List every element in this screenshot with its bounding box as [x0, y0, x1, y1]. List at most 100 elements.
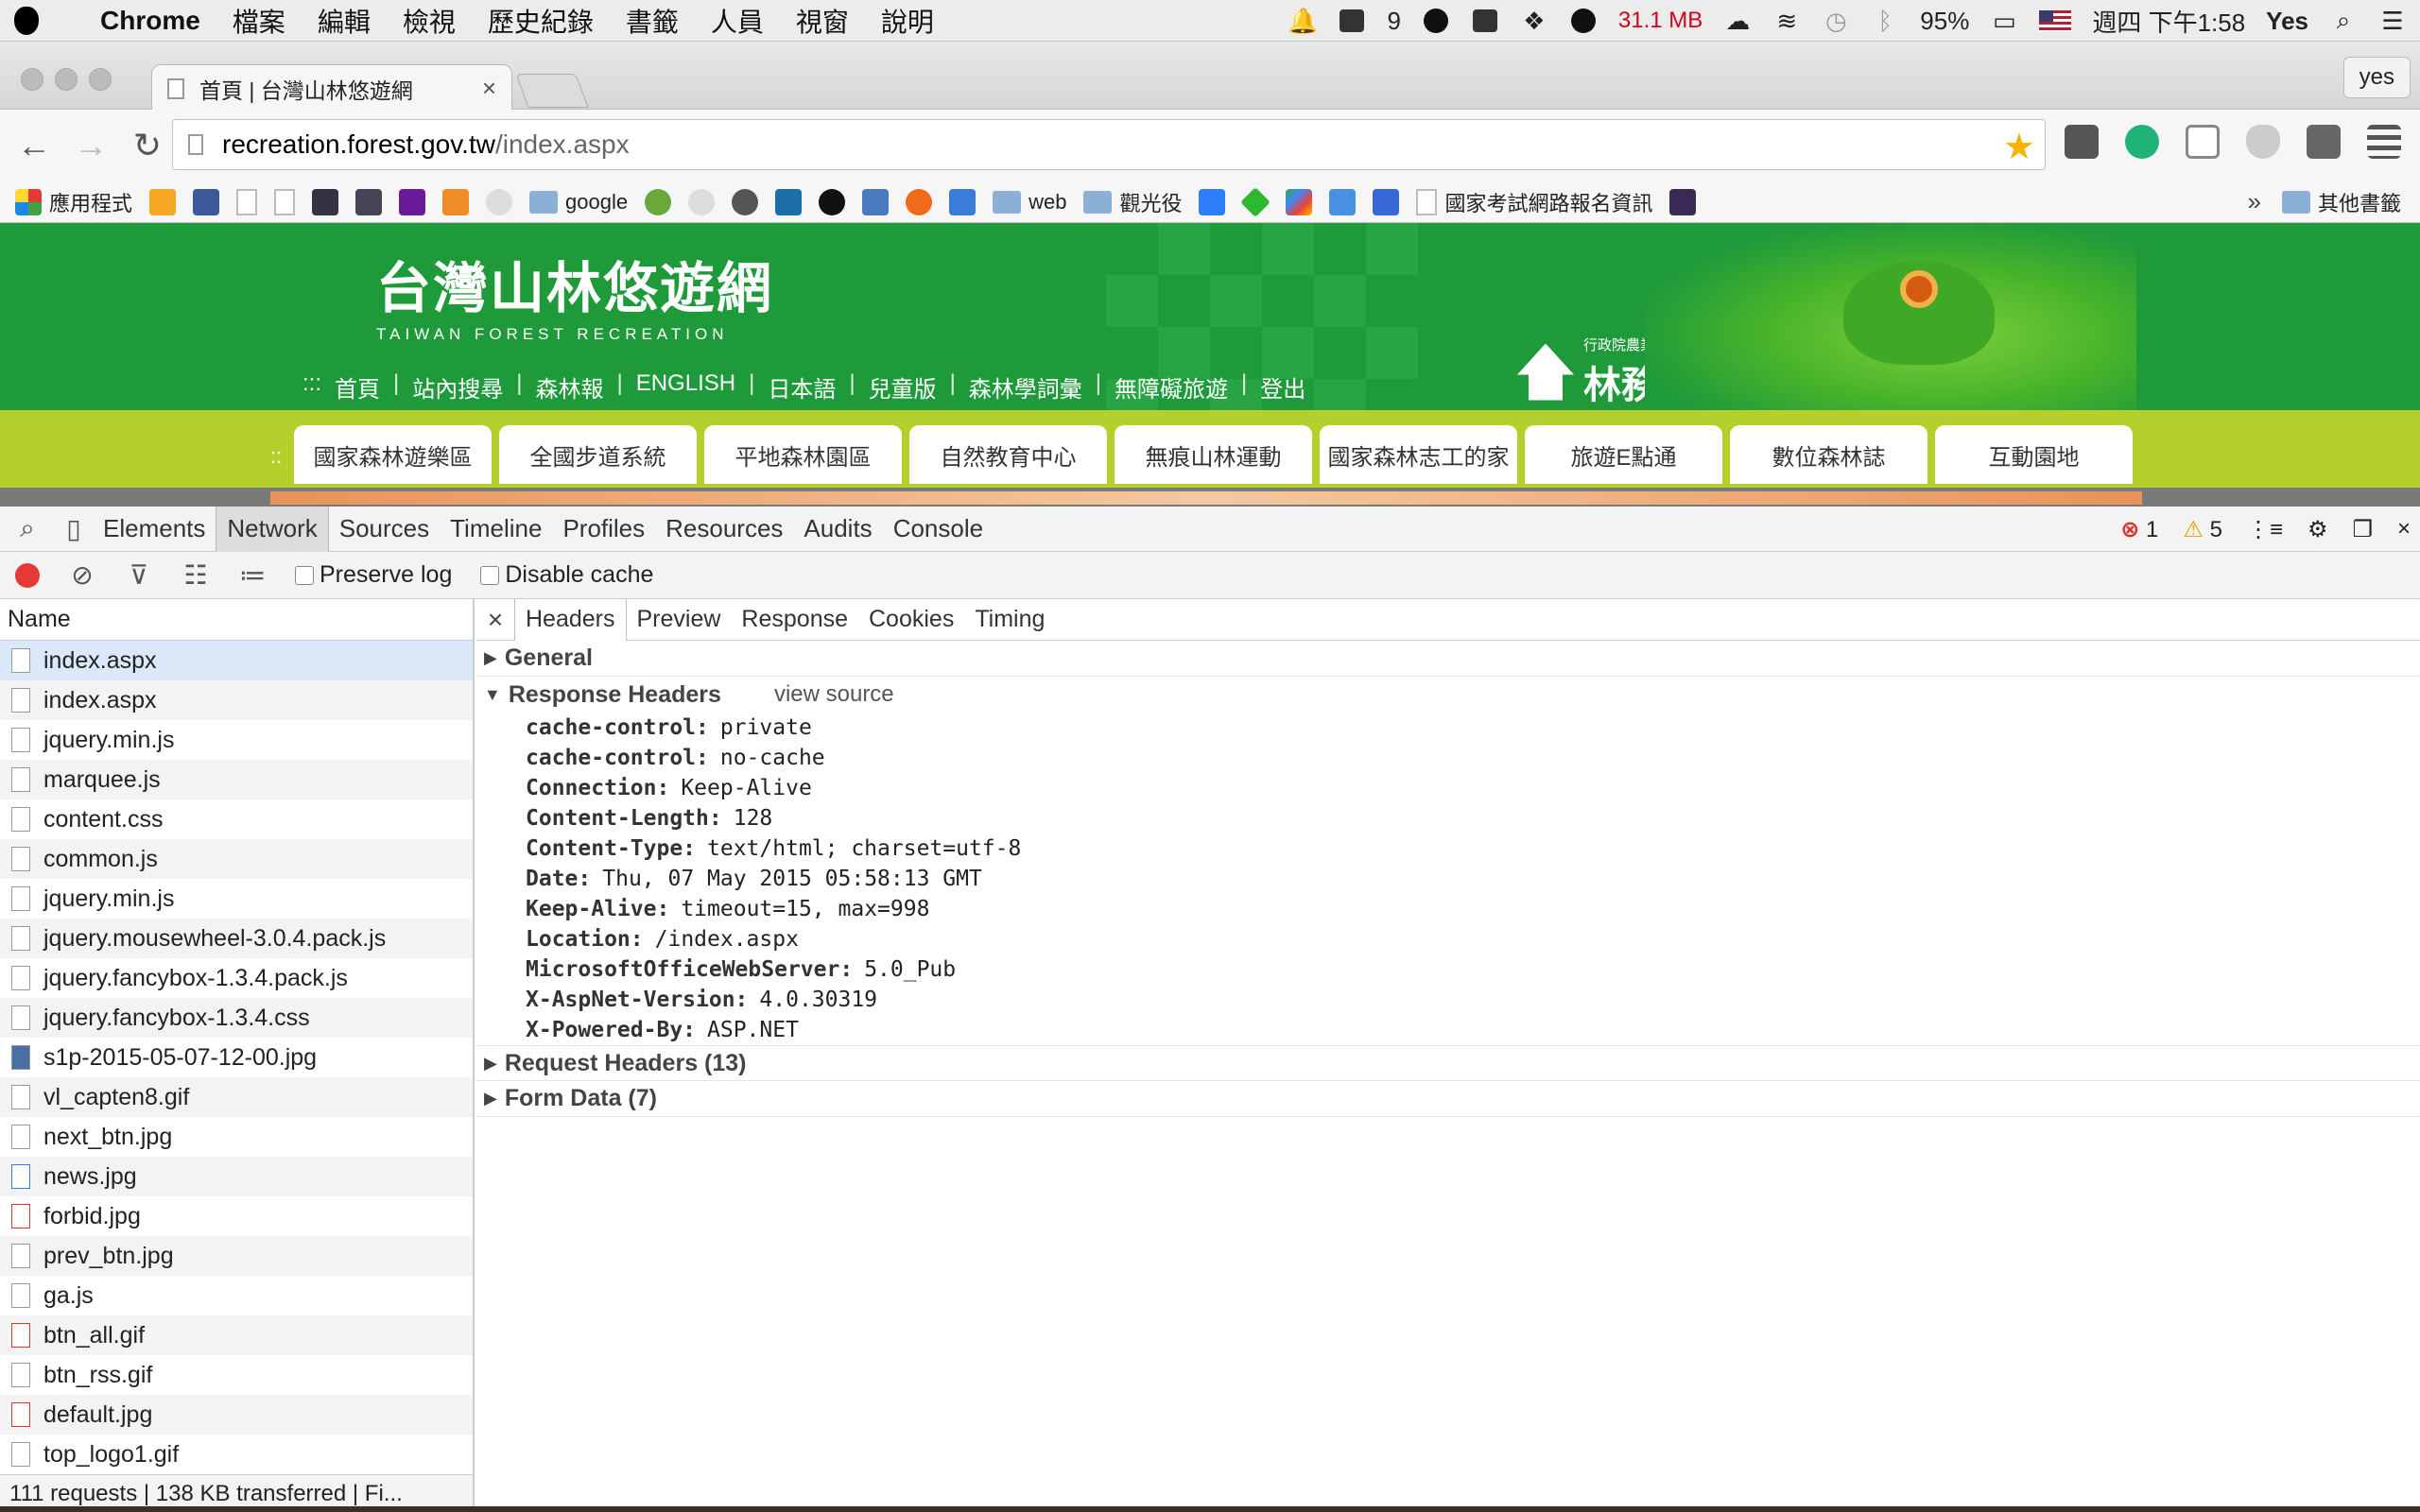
nav-glossary[interactable]: 森林學詞彙 [969, 370, 1082, 404]
eight-bookmark-icon[interactable] [1373, 188, 1400, 215]
page-bookmark-icon[interactable] [236, 188, 258, 215]
menu-view[interactable]: 檢視 [387, 2, 472, 40]
menu-tab-leave-no-trace[interactable]: 無痕山林運動 [1115, 425, 1312, 484]
disable-cache-checkbox[interactable]: Disable cache [480, 561, 653, 589]
image-bookmark-icon[interactable] [312, 188, 339, 215]
clear-icon[interactable]: ⊘ [68, 560, 96, 590]
tab-preview[interactable]: Preview [627, 599, 732, 641]
tab-sources[interactable]: Sources [329, 507, 440, 552]
dark-bookmark-icon[interactable] [1669, 188, 1697, 215]
warning-counter[interactable]: ⚠ 5 [2183, 516, 2222, 543]
us-flag-icon[interactable] [2039, 10, 2072, 31]
feedly-bookmark-icon[interactable] [1240, 186, 1271, 217]
nav-english[interactable]: ENGLISH [636, 370, 735, 404]
menu-window[interactable]: 視窗 [780, 2, 865, 40]
overview-icon[interactable]: ≔ [238, 560, 267, 590]
request-row[interactable]: forbid.jpg [0, 1196, 473, 1236]
yt-mp3-bookmark-icon[interactable] [862, 188, 890, 215]
request-row[interactable]: top_logo1.gif [0, 1435, 473, 1474]
minimize-window-button[interactable] [55, 68, 78, 91]
menu-help[interactable]: 說明 [865, 2, 950, 40]
view-source-link[interactable]: view source [774, 681, 894, 708]
request-row[interactable]: content.css [0, 799, 473, 839]
battery-icon[interactable]: ▭ [1990, 7, 2018, 35]
az-bookmark-icon[interactable] [949, 188, 977, 215]
new-tab-button[interactable] [515, 74, 589, 108]
request-row[interactable]: common.js [0, 839, 473, 879]
menu-tab-volunteers[interactable]: 國家森林志工的家 [1320, 425, 1517, 484]
bluetooth-icon[interactable]: ᛒ [1871, 7, 1899, 35]
close-devtools-icon[interactable]: × [2397, 516, 2411, 542]
preserve-log-checkbox[interactable]: Preserve log [295, 561, 452, 589]
request-row[interactable]: jquery.fancybox-1.3.4.pack.js [0, 958, 473, 998]
nav-newspaper[interactable]: 森林報 [535, 370, 603, 404]
cloud-icon[interactable]: ☁ [1723, 7, 1752, 35]
reddit-bookmark-icon[interactable] [688, 188, 716, 215]
bell-icon[interactable]: 🔔 [1288, 7, 1318, 35]
section-general[interactable]: ▶ General [476, 641, 2420, 677]
bookmark-exam[interactable]: 國家考試網路報名資訊 [1416, 187, 1652, 217]
inspect-search-icon[interactable]: ⌕ [0, 507, 55, 552]
time-machine-icon[interactable]: ◷ [1822, 7, 1850, 35]
menu-tab-trails[interactable]: 全國步道系統 [499, 425, 697, 484]
menu-tab-digital-forest[interactable]: 數位森林誌 [1730, 425, 1927, 484]
tab-close-icon[interactable]: × [482, 74, 496, 103]
dropbox-bookmark-icon[interactable] [1199, 188, 1226, 215]
nav-home[interactable]: 首頁 [335, 370, 380, 404]
section-form-data[interactable]: ▶ Form Data (7) [476, 1081, 2420, 1117]
bookmark-folder-web[interactable]: web [993, 190, 1066, 215]
stack-bookmark-icon[interactable] [442, 188, 470, 215]
menu-tab-recreation-areas[interactable]: 國家森林遊樂區 [294, 425, 492, 484]
nav-search[interactable]: 站內搜尋 [412, 370, 503, 404]
memory-monitor-icon[interactable] [1569, 7, 1598, 35]
bomb-bookmark-icon[interactable] [732, 188, 759, 215]
frog-bookmark-icon[interactable] [645, 188, 672, 215]
nav-accessible[interactable]: 無障礙旅遊 [1115, 370, 1228, 404]
p-bookmark-icon[interactable] [1329, 188, 1357, 215]
settings-gear-icon[interactable]: ⚙ [2308, 516, 2328, 543]
bookmark-star-icon[interactable]: ★ [2003, 126, 2035, 168]
column-header-name[interactable]: Name [0, 599, 473, 641]
nav-japanese[interactable]: 日本語 [768, 370, 836, 404]
request-row[interactable]: jquery.mousewheel-3.0.4.pack.js [0, 919, 473, 958]
request-row[interactable]: jquery.min.js [0, 879, 473, 919]
request-row[interactable]: default.jpg [0, 1395, 473, 1435]
bookmark-apps[interactable]: 應用程式 [15, 187, 132, 217]
request-row[interactable]: jquery.fancybox-1.3.4.css [0, 998, 473, 1038]
request-row[interactable]: marquee.js [0, 760, 473, 799]
spotlight-icon[interactable]: ⌕ [2329, 6, 2358, 35]
browser-tab[interactable]: 首頁 | 台灣山林悠遊網 × [151, 64, 512, 112]
circle-app-icon[interactable] [1422, 7, 1450, 35]
request-row[interactable]: s1p-2015-05-07-12-00.jpg [0, 1038, 473, 1077]
request-row[interactable]: news.jpg [0, 1157, 473, 1196]
github-bookmark-icon[interactable] [819, 188, 846, 215]
facebook-bookmark-icon[interactable] [193, 188, 220, 215]
panda-bookmark-icon[interactable] [486, 188, 513, 215]
profile-button[interactable]: yes [2342, 57, 2411, 98]
request-row[interactable]: index.aspx [0, 680, 473, 720]
bookmarks-overflow-chevron[interactable]: » [2248, 187, 2261, 216]
menu-tab-plain-forest[interactable]: 平地森林園區 [704, 425, 902, 484]
dock-side-icon[interactable]: ❐ [2352, 516, 2373, 543]
request-row[interactable]: ga.js [0, 1276, 473, 1315]
request-row[interactable]: jquery.min.js [0, 720, 473, 760]
nav-logout[interactable]: 登出 [1260, 370, 1305, 404]
wifi-icon[interactable]: ≋ [1772, 7, 1801, 35]
menu-people[interactable]: 人員 [695, 2, 780, 40]
menu-history[interactable]: 歷史紀錄 [472, 2, 610, 40]
tab-profiles[interactable]: Profiles [552, 507, 655, 552]
cast-icon[interactable] [2186, 125, 2220, 159]
evernote-icon[interactable] [1471, 7, 1499, 35]
page-bookmark-icon[interactable] [274, 188, 296, 215]
tab-timeline[interactable]: Timeline [440, 507, 552, 552]
section-response-headers[interactable]: ▼ Response Headers view source [476, 677, 2420, 713]
menu-bookmarks[interactable]: 書籤 [610, 2, 695, 40]
request-row[interactable]: index.aspx [0, 641, 473, 680]
menu-tab-nature-education[interactable]: 自然教育中心 [909, 425, 1107, 484]
close-detail-icon[interactable]: × [476, 605, 514, 635]
request-row[interactable]: prev_btn.jpg [0, 1236, 473, 1276]
request-row[interactable]: btn_rss.gif [0, 1355, 473, 1395]
record-icon[interactable] [15, 562, 40, 588]
notification-center-icon[interactable]: ☰ [2378, 7, 2407, 35]
clock[interactable]: 週四 下午1:58 [2092, 4, 2245, 39]
